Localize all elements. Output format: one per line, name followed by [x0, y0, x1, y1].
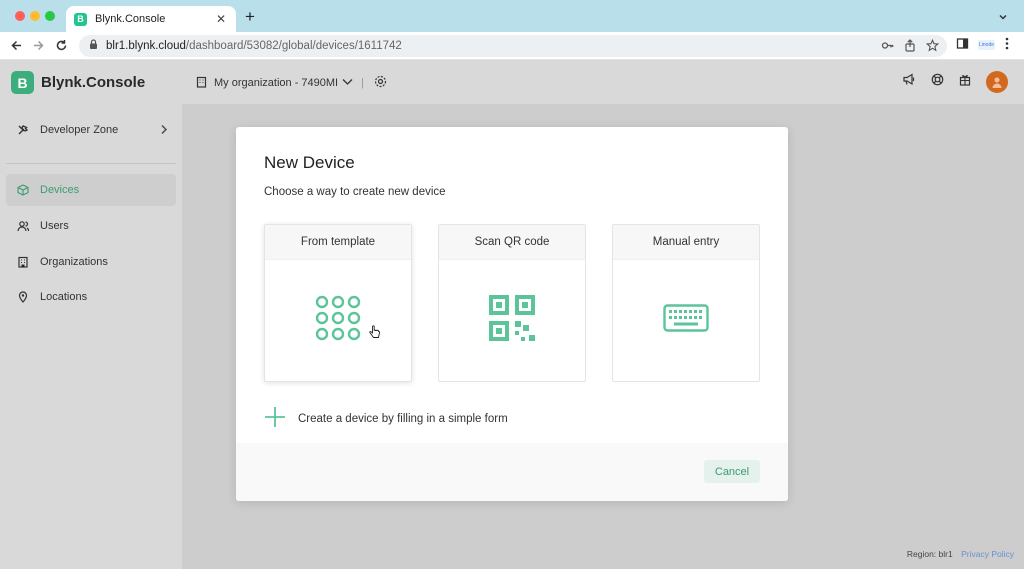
sidebar-divider [6, 163, 176, 164]
tools-icon [17, 124, 29, 136]
browser-menu-icon[interactable] [1005, 37, 1009, 50]
sidebar-panel-icon[interactable] [956, 37, 969, 50]
option-from-template[interactable]: From template [264, 224, 412, 382]
blynk-logo-icon: B [11, 71, 34, 94]
close-window-button[interactable] [15, 11, 25, 21]
settings-gear-icon[interactable] [374, 75, 387, 91]
url-text: blr1.blynk.cloud/dashboard/53082/global/… [106, 40, 402, 52]
sidebar-item-organizations[interactable]: Organizations [6, 246, 176, 278]
reload-icon[interactable] [53, 37, 69, 53]
close-tab-icon[interactable]: ✕ [216, 12, 226, 26]
browser-toolbar: blr1.blynk.cloud/dashboard/53082/global/… [0, 32, 1024, 60]
key-icon[interactable] [881, 39, 894, 57]
simple-form-label: Create a device by filling in a simple f… [298, 412, 508, 425]
template-grid-icon [315, 295, 361, 346]
new-device-modal: New Device Choose a way to create new de… [236, 127, 788, 501]
option-label: From template [265, 225, 411, 260]
sidebar-item-developer-zone[interactable]: Developer Zone [6, 114, 176, 146]
qr-code-icon [488, 294, 536, 347]
sidebar-item-devices[interactable]: Devices [6, 174, 176, 206]
bookmark-star-icon[interactable] [925, 38, 940, 57]
sidebar-item-locations[interactable]: Locations [6, 281, 176, 313]
plus-icon [264, 406, 286, 431]
header-separator: | [361, 77, 364, 89]
chevron-right-icon [160, 124, 168, 138]
modal-footer: Cancel [236, 443, 788, 501]
keyboard-icon [663, 304, 709, 337]
footer: Region: blr1 Privacy Policy [907, 549, 1014, 559]
brand-name: Blynk.Console [41, 74, 146, 91]
tab-search-chevron-icon[interactable] [998, 9, 1008, 27]
user-avatar[interactable] [986, 71, 1008, 93]
sidebar: B Blynk.Console Developer Zone Devices U… [0, 60, 182, 569]
users-icon [17, 220, 29, 232]
modal-subtitle: Choose a way to create new device [264, 186, 446, 198]
organization-selector[interactable]: My organization - 7490MI | [196, 75, 387, 91]
privacy-policy-link[interactable]: Privacy Policy [961, 549, 1014, 559]
zoom-window-button[interactable] [45, 11, 55, 21]
help-lifebuoy-icon[interactable] [931, 73, 944, 91]
cancel-button[interactable]: Cancel [704, 460, 760, 483]
building-icon [17, 256, 29, 268]
new-tab-button[interactable]: + [245, 7, 255, 27]
extension-linode-icon[interactable]: Linode [978, 40, 996, 50]
sidebar-item-users[interactable]: Users [6, 210, 176, 242]
share-icon[interactable] [904, 39, 916, 57]
chevron-down-icon [342, 77, 353, 89]
sidebar-item-label: Devices [40, 184, 80, 196]
sidebar-item-label: Users [40, 220, 69, 232]
create-simple-form-link[interactable]: Create a device by filling in a simple f… [264, 406, 508, 431]
browser-tab[interactable]: B Blynk.Console ✕ [66, 6, 236, 32]
sidebar-item-label: Locations [40, 291, 88, 303]
option-manual-entry[interactable]: Manual entry [612, 224, 760, 382]
brand[interactable]: B Blynk.Console [11, 71, 145, 94]
organization-name: My organization - 7490MI [214, 77, 339, 89]
option-scan-qr-code[interactable]: Scan QR code [438, 224, 586, 382]
region-label: Region: blr1 [906, 549, 953, 559]
address-bar[interactable]: blr1.blynk.cloud/dashboard/53082/global/… [79, 35, 947, 57]
announcements-megaphone-icon[interactable] [902, 73, 916, 91]
cube-icon [17, 184, 29, 196]
blynk-favicon-icon: B [74, 12, 87, 26]
minimize-window-button[interactable] [30, 11, 40, 21]
tab-title: Blynk.Console [95, 13, 166, 25]
pointer-cursor-icon [369, 325, 381, 344]
gift-icon[interactable] [959, 73, 971, 91]
modal-title: New Device [264, 153, 355, 172]
forward-arrow-icon[interactable] [30, 37, 46, 53]
option-label: Manual entry [613, 225, 759, 260]
sidebar-item-label: Organizations [40, 256, 108, 268]
top-header: My organization - 7490MI | [182, 60, 1024, 104]
building-icon [196, 76, 207, 91]
location-pin-icon [17, 291, 29, 303]
lock-icon[interactable] [89, 37, 98, 55]
browser-tab-bar: B Blynk.Console ✕ + [0, 0, 1024, 32]
back-arrow-icon[interactable] [8, 37, 24, 53]
option-label: Scan QR code [439, 225, 585, 260]
sidebar-item-label: Developer Zone [40, 124, 119, 136]
